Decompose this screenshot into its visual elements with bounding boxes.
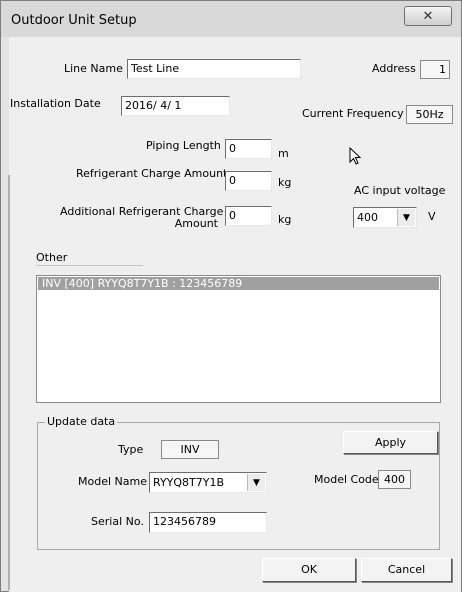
left-edge-divider [8, 175, 10, 590]
additional-refrigerant-input[interactable]: 0 [225, 206, 272, 226]
model-code-value: 400 [378, 470, 411, 489]
installation-date-input[interactable]: 2016/ 4/ 1 [121, 96, 230, 116]
model-name-value: RYYQ8T7Y1B [153, 476, 225, 489]
chevron-down-icon[interactable]: ▼ [247, 474, 265, 491]
cancel-button[interactable]: Cancel [361, 558, 452, 582]
other-label: Other [36, 251, 68, 264]
other-label-box: Other [36, 251, 143, 266]
serial-label: Serial No. [91, 515, 144, 528]
piping-length-input[interactable]: 0 [225, 139, 272, 159]
address-label: Address [372, 62, 416, 75]
ac-input-voltage-value: 400 [357, 211, 378, 224]
ac-input-voltage-select[interactable]: 400 ▼ [353, 207, 417, 228]
model-name-label: Model Name [78, 475, 147, 488]
chevron-down-icon[interactable]: ▼ [397, 209, 415, 226]
apply-button[interactable]: Apply [343, 431, 438, 454]
type-value: INV [161, 440, 219, 459]
installation-date-label: Installation Date [10, 97, 101, 110]
refrigerant-charge-unit: kg [278, 176, 292, 189]
address-value: 1 [420, 60, 450, 79]
mouse-pointer-icon [349, 147, 362, 165]
line-name-label: Line Name [64, 62, 123, 75]
other-unit-list[interactable]: INV [400] RYYQ8T7Y1B : 123456789 [36, 275, 441, 403]
title-bar: Outdoor Unit Setup ✕ [1, 1, 461, 37]
ac-input-voltage-label: AC input voltage [354, 184, 446, 197]
model-code-label: Model Code [314, 473, 379, 486]
update-data-label: Update data [45, 415, 118, 428]
additional-refrigerant-unit: kg [278, 213, 292, 226]
piping-length-unit: m [278, 147, 289, 160]
refrigerant-charge-input[interactable]: 0 [225, 171, 272, 191]
type-label: Type [118, 443, 144, 456]
list-item[interactable]: INV [400] RYYQ8T7Y1B : 123456789 [38, 277, 439, 290]
current-frequency-value: 50Hz [406, 105, 453, 124]
piping-length-label: Piping Length [146, 139, 221, 152]
ok-button[interactable]: OK [262, 558, 356, 582]
model-name-select[interactable]: RYYQ8T7Y1B ▼ [149, 472, 267, 493]
serial-input[interactable]: 123456789 [149, 512, 267, 533]
current-frequency-label: Current Frequency [302, 107, 404, 120]
additional-refrigerant-label-line2: Amount [174, 217, 218, 230]
window-title: Outdoor Unit Setup [11, 13, 137, 28]
refrigerant-charge-label: Refrigerant Charge Amount [76, 167, 228, 180]
close-button[interactable]: ✕ [404, 6, 452, 26]
close-icon[interactable]: ✕ [405, 9, 451, 24]
ac-input-voltage-unit: V [428, 210, 436, 223]
line-name-input[interactable]: Test Line [127, 59, 301, 79]
